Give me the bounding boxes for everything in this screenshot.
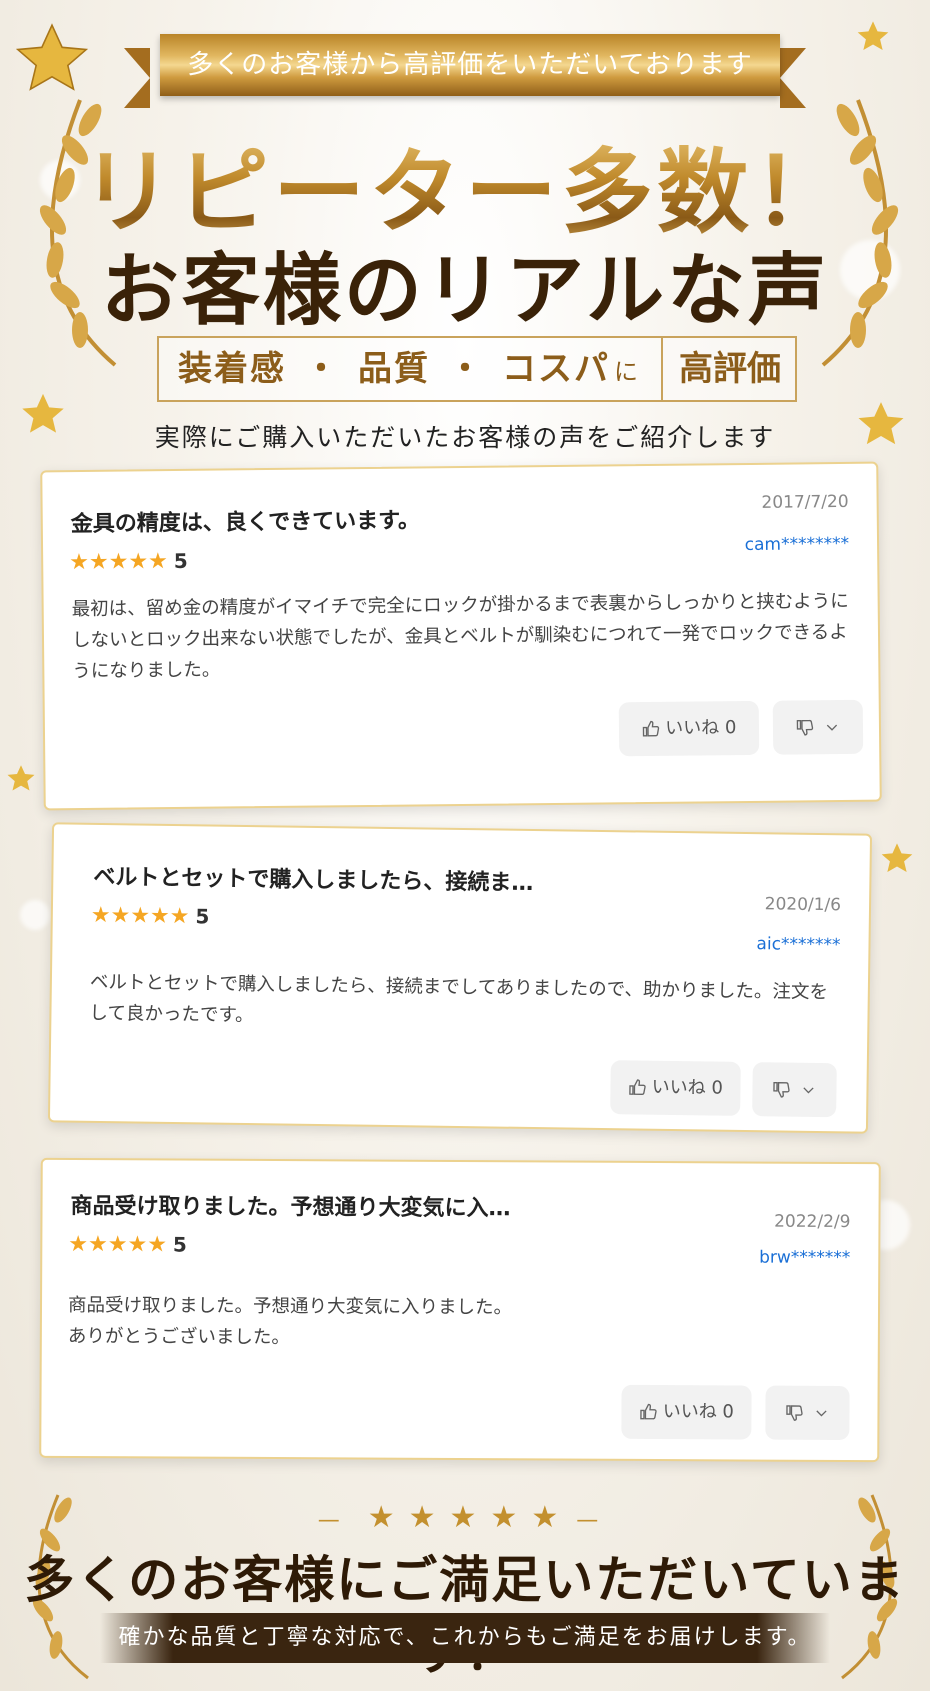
dash-right: —	[576, 1508, 613, 1533]
tag-fit: 装着感	[178, 349, 286, 389]
star-icons: ★★★★★	[68, 1231, 168, 1258]
chevron-down-icon	[816, 1410, 827, 1417]
rating-stars: ★★★★★ 5	[91, 903, 210, 930]
like-label: いいね 0	[662, 1401, 734, 1423]
dislike-button[interactable]	[772, 699, 864, 755]
chevron-down-icon	[803, 1087, 814, 1094]
gold-star-icon	[7, 765, 35, 791]
review-body-line: ありがとうございました。	[67, 1325, 290, 1349]
review-title: 金具の精度は、良くできています。	[70, 508, 421, 538]
ribbon-tail-left	[124, 48, 150, 108]
star-icons: ★★★★★	[367, 1500, 573, 1535]
tag-separator: ・	[448, 349, 484, 389]
ribbon-tail-right	[780, 48, 806, 108]
rating-score: 5	[172, 1232, 187, 1257]
satisfaction-stars: — ★★★★★ —	[0, 1500, 930, 1535]
rating-score: 5	[173, 548, 188, 574]
thumbs-up-icon	[639, 1403, 657, 1420]
satisfaction-band: 確かな品質と丁寧な対応で、これからもご満足をお届けします。	[100, 1613, 830, 1663]
star-icons: ★★★★★	[69, 549, 168, 576]
tag-cost-performance: コスパ	[502, 349, 610, 389]
review-card: 金具の精度は、良くできています。 2017/7/20 cam******** ★…	[40, 461, 882, 811]
like-label: いいね 0	[665, 717, 737, 739]
review-card: ベルトとセットで購入しましたら、接続ま… 2020/1/6 aic*******…	[47, 822, 873, 1134]
headline-real-voice: お客様のリアルな声	[100, 245, 830, 336]
review-title: ベルトとセットで購入しましたら、接続ま…	[93, 864, 534, 897]
review-username[interactable]: brw*******	[759, 1248, 850, 1268]
review-body: ベルトとセットで購入しましたら、接続までしてありましたので、助かりました。注文を…	[89, 971, 829, 1027]
dislike-button[interactable]	[752, 1062, 837, 1118]
review-date: 2020/1/6	[764, 894, 842, 916]
like-button[interactable]: いいね 0	[610, 1060, 741, 1116]
tag-high-rating: 高評価	[661, 338, 797, 400]
dash-left: —	[317, 1508, 354, 1533]
review-username[interactable]: aic*******	[756, 934, 840, 955]
bokeh-decoration	[20, 900, 50, 930]
review-body: 最初は、留め金の精度がイマイチで完全にロックが掛かるまで表裏からしっかりと挟むよ…	[71, 590, 849, 683]
gold-star-icon	[881, 843, 913, 873]
chevron-down-icon	[826, 724, 837, 731]
thumbs-up-icon	[628, 1079, 646, 1095]
rating-score: 5	[195, 904, 210, 929]
tag-separator: ・	[304, 349, 340, 389]
review-card: 商品受け取りました。予想通り大変気に入… 2022/2/9 brw*******…	[39, 1157, 881, 1463]
review-date: 2017/7/20	[761, 491, 849, 513]
tag-particle: に	[614, 358, 640, 386]
review-username[interactable]: cam********	[745, 534, 850, 555]
review-date: 2022/2/9	[774, 1211, 851, 1233]
gold-star-icon	[857, 21, 889, 51]
thumbs-down-icon	[773, 1081, 790, 1098]
rating-stars: ★★★★★ 5	[69, 549, 188, 575]
evaluation-tag-box: 装着感・品質・コスパに 高評価	[157, 336, 797, 402]
tag-features: 装着感・品質・コスパに	[159, 338, 659, 400]
header-ribbon: 多くのお客様から高評価をいただいております	[160, 34, 780, 96]
review-body-line: 商品受け取りました。予想通り大変気に入りました。	[67, 1294, 513, 1319]
review-title: 商品受け取りました。予想通り大変気に入…	[70, 1193, 511, 1222]
thumbs-down-icon	[796, 719, 814, 736]
rating-stars: ★★★★★ 5	[68, 1232, 187, 1258]
thumbs-down-icon	[786, 1405, 803, 1421]
gold-star-icon	[15, 23, 89, 91]
dislike-button[interactable]	[765, 1385, 850, 1441]
tag-quality: 品質	[358, 349, 430, 389]
like-label: いいね 0	[651, 1076, 724, 1099]
review-body: 商品受け取りました。予想通り大変気に入りました。 ありがとうございました。	[68, 1290, 848, 1356]
intro-subline: 実際にご購入いただいたお客様の声をご紹介します	[154, 423, 776, 452]
thumbs-up-icon	[642, 720, 659, 737]
star-icons: ★★★★★	[90, 902, 190, 930]
like-button[interactable]: いいね 0	[618, 700, 760, 757]
like-button[interactable]: いいね 0	[621, 1384, 752, 1440]
